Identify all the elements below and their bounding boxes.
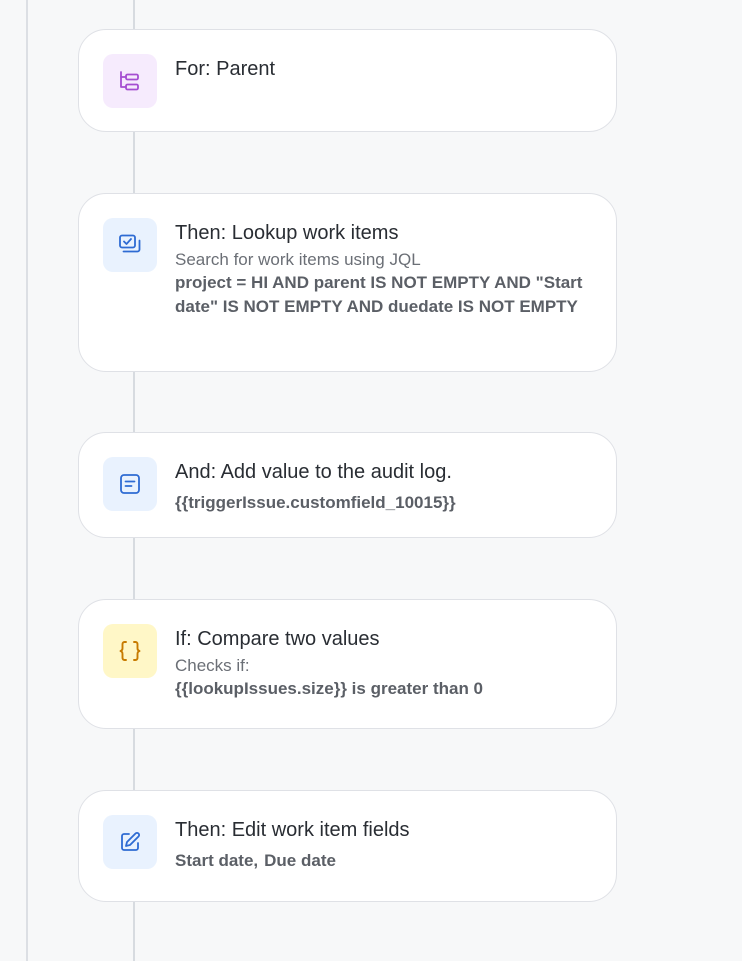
field-due-date: Due date: [264, 851, 336, 870]
step-card-for-parent[interactable]: For: Parent: [78, 29, 617, 132]
field-start-date: Start date,: [175, 851, 259, 870]
edit-icon: [121, 832, 140, 851]
audit-log-value: {{triggerIssue.customfield_10015}}: [175, 493, 456, 512]
step-card-audit-log[interactable]: And: Add value to the audit log. {{trigg…: [78, 432, 617, 538]
step-title: And: Add value to the audit log.: [175, 461, 452, 483]
step-card-lookup-work-items[interactable]: Then: Lookup work items Search for work …: [78, 193, 617, 372]
lookup-icon-tile: [103, 218, 157, 272]
braces-icon-tile: [103, 624, 157, 678]
audit-log-icon: [120, 474, 140, 494]
step-title: Then: Lookup work items: [175, 222, 399, 244]
step-card-compare-values[interactable]: If: Compare two values Checks if: {{look…: [78, 599, 617, 729]
edit-icon-tile: [103, 815, 157, 869]
condition-expression: {{lookupIssues.size}} is greater than 0: [175, 679, 484, 698]
braces-icon: [119, 641, 141, 661]
step-card-edit-fields[interactable]: Then: Edit work item fields Start date, D…: [78, 790, 617, 902]
audit-log-icon-tile: [103, 457, 157, 511]
lookup-icon: [119, 234, 141, 253]
step-title: If: Compare two values: [175, 628, 380, 650]
step-subtitle: Checks if:: [175, 656, 250, 675]
jql-query: project = HI AND parent IS NOT EMPTY AND…: [175, 273, 583, 316]
step-subtitle: Search for work items using JQL: [175, 250, 421, 269]
branch-icon-tile: [103, 54, 157, 108]
edited-fields-list: Start date, Due date: [175, 849, 588, 873]
step-title: Then: Edit work item fields: [175, 819, 410, 841]
branch-icon: [120, 71, 139, 91]
left-rail: [26, 0, 28, 961]
step-title: For: Parent: [175, 58, 276, 80]
